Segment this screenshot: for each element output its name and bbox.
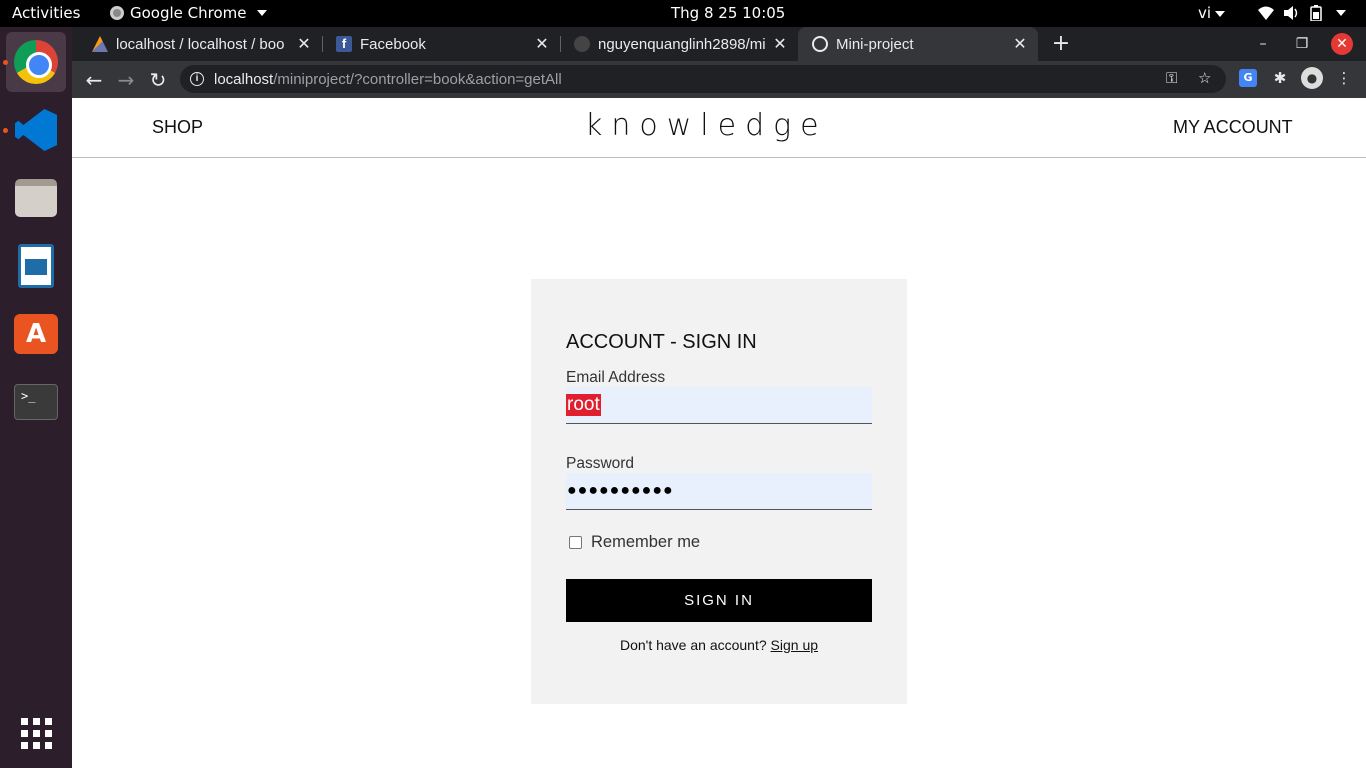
tab-title: Facebook: [360, 35, 426, 53]
profile-avatar-icon[interactable]: ●: [1301, 67, 1323, 89]
password-label: Password: [566, 455, 635, 472]
browser-toolbar: ← → ↻ i localhost/miniproject/?controlle…: [72, 61, 1366, 98]
tab-github[interactable]: nguyenquanglinh2898/mi ✕: [560, 27, 798, 61]
password-value: ●●●●●●●●●●: [567, 482, 674, 499]
vscode-icon: [15, 109, 57, 151]
signin-form: ACCOUNT - SIGN IN Email Address root Pas…: [531, 279, 907, 704]
nav-my-account-link[interactable]: MY ACCOUNT: [1173, 117, 1293, 138]
system-top-bar: Activities Google Chrome Thg 8 25 10:05 …: [0, 0, 1366, 27]
email-value: root: [566, 394, 601, 416]
web-page: SHOP knowledge MY ACCOUNT ACCOUNT - SIGN…: [72, 98, 1366, 768]
dock-chrome[interactable]: [6, 32, 66, 92]
nav-shop-link[interactable]: SHOP: [152, 117, 203, 138]
close-tab-icon[interactable]: ✕: [768, 34, 792, 54]
close-window-button[interactable]: ✕: [1331, 33, 1353, 55]
dock-writer[interactable]: [6, 236, 66, 296]
site-logo[interactable]: knowledge: [585, 108, 828, 143]
github-icon: [574, 36, 590, 52]
activities-button[interactable]: Activities: [12, 4, 80, 22]
show-applications-button[interactable]: [6, 703, 66, 763]
google-translate-icon[interactable]: G: [1239, 69, 1257, 87]
software-store-icon: A: [14, 314, 58, 354]
remember-me-row[interactable]: Remember me: [569, 533, 700, 552]
input-language-indicator[interactable]: vi: [1198, 4, 1226, 22]
new-tab-button[interactable]: +: [1048, 31, 1074, 57]
extensions-puzzle-icon[interactable]: ✱: [1269, 67, 1291, 89]
back-button[interactable]: ←: [81, 67, 107, 93]
lang-label: vi: [1198, 4, 1212, 22]
dropdown-arrow-icon: [1215, 10, 1226, 17]
forward-button[interactable]: →: [113, 67, 139, 93]
restore-window-button[interactable]: ❐: [1291, 33, 1313, 55]
signup-prompt-text: Don't have an account?: [619, 637, 767, 653]
chrome-icon: [110, 6, 124, 20]
key-icon[interactable]: ⚿: [1166, 65, 1177, 93]
files-icon: [15, 179, 57, 217]
close-tab-icon[interactable]: ✕: [292, 34, 316, 54]
terminal-icon: >_: [14, 384, 58, 420]
tab-facebook[interactable]: f Facebook ✕: [322, 27, 560, 61]
dock-vscode[interactable]: [6, 100, 66, 160]
battery-icon: [1310, 5, 1322, 21]
dock-terminal[interactable]: >_: [6, 372, 66, 432]
tab-phpmyadmin[interactable]: localhost / localhost / boo ✕: [78, 27, 322, 61]
site-info-icon[interactable]: i: [190, 72, 204, 86]
tab-title: nguyenquanglinh2898/mi: [598, 35, 766, 53]
site-header: SHOP knowledge MY ACCOUNT: [72, 98, 1366, 158]
signin-title: ACCOUNT - SIGN IN: [566, 331, 757, 353]
bookmark-star-icon[interactable]: ☆: [1198, 65, 1211, 93]
close-tab-icon[interactable]: ✕: [530, 34, 554, 54]
phpmyadmin-icon: [92, 36, 108, 52]
close-tab-icon[interactable]: ✕: [1008, 34, 1032, 54]
email-label: Email Address: [566, 369, 666, 386]
browser-tab-strip: localhost / localhost / boo ✕ f Facebook…: [72, 27, 1366, 61]
writer-icon: [18, 244, 54, 288]
signup-prompt: Don't have an account? Sign up: [531, 637, 907, 653]
reload-button[interactable]: ↻: [145, 67, 171, 93]
sign-up-link[interactable]: Sign up: [771, 637, 818, 653]
facebook-icon: f: [336, 36, 352, 52]
app-menu[interactable]: Google Chrome: [110, 4, 267, 22]
globe-icon: [812, 36, 828, 52]
tab-title: Mini-project: [836, 35, 914, 53]
remember-me-checkbox[interactable]: [569, 536, 582, 549]
email-field[interactable]: root: [566, 387, 872, 424]
running-indicator: [3, 60, 8, 65]
chrome-icon: [14, 40, 58, 84]
tab-title: localhost / localhost / boo: [116, 35, 285, 53]
ubuntu-dock: A >_: [0, 27, 72, 768]
sign-in-button[interactable]: SIGN IN: [566, 579, 872, 622]
app-menu-label: Google Chrome: [130, 4, 247, 22]
dropdown-arrow-icon: [256, 10, 267, 16]
url-host: localhost: [214, 70, 274, 88]
dock-software-store[interactable]: A: [6, 304, 66, 364]
clock[interactable]: Thg 8 25 10:05: [671, 4, 785, 22]
remember-me-label: Remember me: [591, 533, 701, 551]
tab-mini-project[interactable]: Mini-project ✕: [798, 27, 1038, 61]
password-field[interactable]: ●●●●●●●●●●: [566, 473, 872, 510]
system-menu-arrow-icon: [1336, 10, 1346, 16]
minimize-window-button[interactable]: –: [1252, 33, 1274, 55]
address-bar[interactable]: i localhost/miniproject/?controller=book…: [180, 65, 1226, 93]
running-indicator: [3, 128, 8, 133]
dock-files[interactable]: [6, 168, 66, 228]
wifi-icon: [1258, 6, 1274, 20]
system-tray[interactable]: [1258, 5, 1346, 21]
chrome-menu-icon[interactable]: ⋮: [1333, 67, 1355, 89]
volume-icon: [1284, 6, 1298, 20]
url-path: /miniproject/?controller=book&action=get…: [273, 70, 562, 88]
apps-grid-icon: [20, 717, 52, 749]
